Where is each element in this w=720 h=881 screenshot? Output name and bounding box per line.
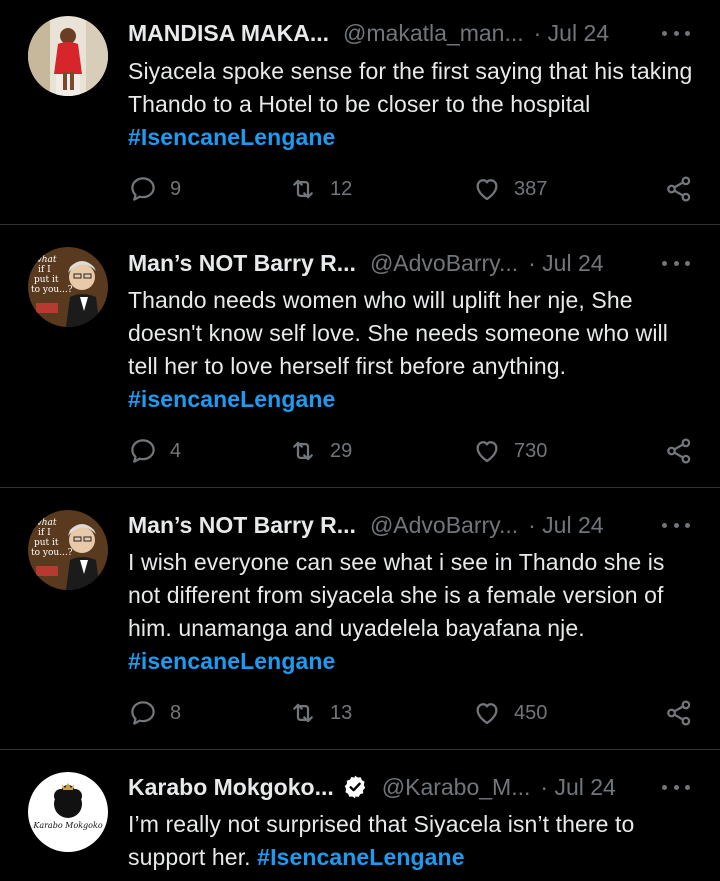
retweet-icon [293, 703, 313, 723]
more-options-icon[interactable] [662, 520, 690, 530]
reply-icon [131, 701, 155, 725]
display-name[interactable]: Karabo Mokgoko... [128, 774, 334, 801]
like-button[interactable]: 450 [472, 696, 547, 730]
timestamp[interactable]: · Jul 24 [528, 512, 603, 539]
tweet-2[interactable]: what if I put it to you...? Man’s NOT Ba… [0, 225, 720, 488]
tweet-text: I wish everyone can see what i see in Th… [128, 546, 698, 678]
tweet-header: Man’s NOT Barry R... @AdvoBarry... · Jul… [128, 246, 690, 280]
tweet-header: Man’s NOT Barry R... @AdvoBarry... · Jul… [128, 508, 690, 542]
heart-icon [476, 703, 498, 725]
reply-icon [131, 439, 155, 463]
retweet-count: 12 [330, 177, 353, 200]
more-options-icon[interactable] [662, 28, 690, 38]
username[interactable]: @AdvoBarry... [370, 250, 518, 277]
like-count: 387 [514, 177, 548, 200]
tweet-header: MANDISA MAKA... @makatla_man... · Jul 24 [128, 16, 690, 50]
hashtag-link[interactable]: #isencaneLengane [128, 386, 335, 412]
share-button[interactable] [664, 436, 694, 471]
reply-button[interactable]: 4 [128, 434, 181, 468]
tweet-text: I’m really not surprised that Siyacela i… [128, 808, 698, 874]
like-button[interactable]: 730 [472, 434, 547, 468]
tweet-text: Thando needs women who will uplift her n… [128, 284, 698, 416]
reply-button[interactable]: 8 [128, 696, 181, 730]
retweet-count: 29 [330, 439, 353, 462]
verified-badge-icon [344, 775, 365, 799]
tweet-body: I wish everyone can see what i see in Th… [128, 549, 665, 641]
timestamp[interactable]: · Jul 24 [528, 250, 603, 277]
karabo-mokgoko-logo-avatar-icon: Karabo Mokgoko [28, 772, 108, 852]
svg-text:what: what [34, 255, 57, 265]
tweet-actions: 9 12 387 [128, 172, 698, 206]
tweet-body: Thando needs women who will uplift her n… [128, 287, 668, 379]
more-options-icon[interactable] [662, 258, 690, 268]
retweet-button[interactable]: 13 [288, 696, 352, 730]
tweet-3[interactable]: what if I put it to you...? Man’s NOT Ba… [0, 488, 720, 750]
tweet-actions: 8 13 450 [128, 696, 698, 730]
reply-count: 9 [170, 177, 182, 200]
hashtag-link[interactable]: #IsencaneLengane [257, 844, 464, 870]
woman-red-jacket-avatar-icon [28, 16, 108, 96]
tweet-1[interactable]: MANDISA MAKA... @makatla_man... · Jul 24… [0, 0, 720, 225]
display-name[interactable]: MANDISA MAKA... [128, 20, 329, 47]
tweet-body: Siyacela spoke sense for the first sayin… [128, 58, 693, 117]
retweet-button[interactable]: 29 [288, 434, 352, 468]
share-icon [667, 438, 691, 464]
svg-text:if I: if I [38, 528, 51, 538]
timestamp[interactable]: · Jul 24 [540, 774, 615, 801]
svg-text:to you...?: to you...? [31, 548, 73, 558]
tweet-text: Siyacela spoke sense for the first sayin… [128, 55, 698, 154]
avatar[interactable] [28, 16, 108, 96]
hashtag-link[interactable]: #IsencaneLengane [128, 124, 335, 150]
reply-count: 8 [170, 701, 182, 724]
like-count: 730 [514, 439, 548, 462]
svg-text:what: what [34, 518, 57, 528]
username[interactable]: @Karabo_M... [382, 774, 531, 801]
tweet-actions: 4 29 730 [128, 434, 698, 468]
avatar[interactable]: what if I put it to you...? [28, 247, 108, 327]
more-options-icon[interactable] [662, 782, 690, 792]
timestamp[interactable]: · Jul 24 [534, 20, 609, 47]
username[interactable]: @makatla_man... [343, 20, 524, 47]
tweet-4[interactable]: Karabo Mokgoko Karabo Mokgoko... @Karabo… [0, 750, 720, 881]
svg-text:Karabo Mokgoko: Karabo Mokgoko [32, 821, 102, 830]
svg-text:to you...?: to you...? [31, 285, 73, 295]
share-button[interactable] [664, 698, 694, 733]
reply-button[interactable]: 9 [128, 172, 181, 206]
cartoon-barry-avatar-icon: what if I put it to you...? [28, 510, 108, 590]
hashtag-link[interactable]: #isencaneLengane [128, 648, 335, 674]
display-name[interactable]: Man’s NOT Barry R... [128, 250, 356, 277]
retweet-icon [293, 441, 313, 461]
reply-icon [131, 177, 155, 201]
share-button[interactable] [664, 174, 694, 209]
retweet-button[interactable]: 12 [288, 172, 352, 206]
share-icon [667, 700, 691, 726]
retweet-icon [293, 179, 313, 199]
retweet-count: 13 [330, 701, 353, 724]
svg-text:if I: if I [38, 265, 51, 275]
cartoon-barry-avatar-icon: what if I put it to you...? [28, 247, 108, 327]
heart-icon [476, 441, 498, 463]
display-name[interactable]: Man’s NOT Barry R... [128, 512, 356, 539]
avatar[interactable]: what if I put it to you...? [28, 510, 108, 590]
share-icon [667, 176, 691, 202]
svg-text:put it: put it [34, 538, 59, 548]
heart-icon [476, 179, 498, 201]
like-count: 450 [514, 701, 548, 724]
svg-text:put it: put it [34, 275, 59, 285]
reply-count: 4 [170, 439, 182, 462]
like-button[interactable]: 387 [472, 172, 547, 206]
tweet-header: Karabo Mokgoko... @Karabo_M... · Jul 24 [128, 770, 690, 804]
username[interactable]: @AdvoBarry... [370, 512, 518, 539]
avatar[interactable]: Karabo Mokgoko [28, 772, 108, 852]
